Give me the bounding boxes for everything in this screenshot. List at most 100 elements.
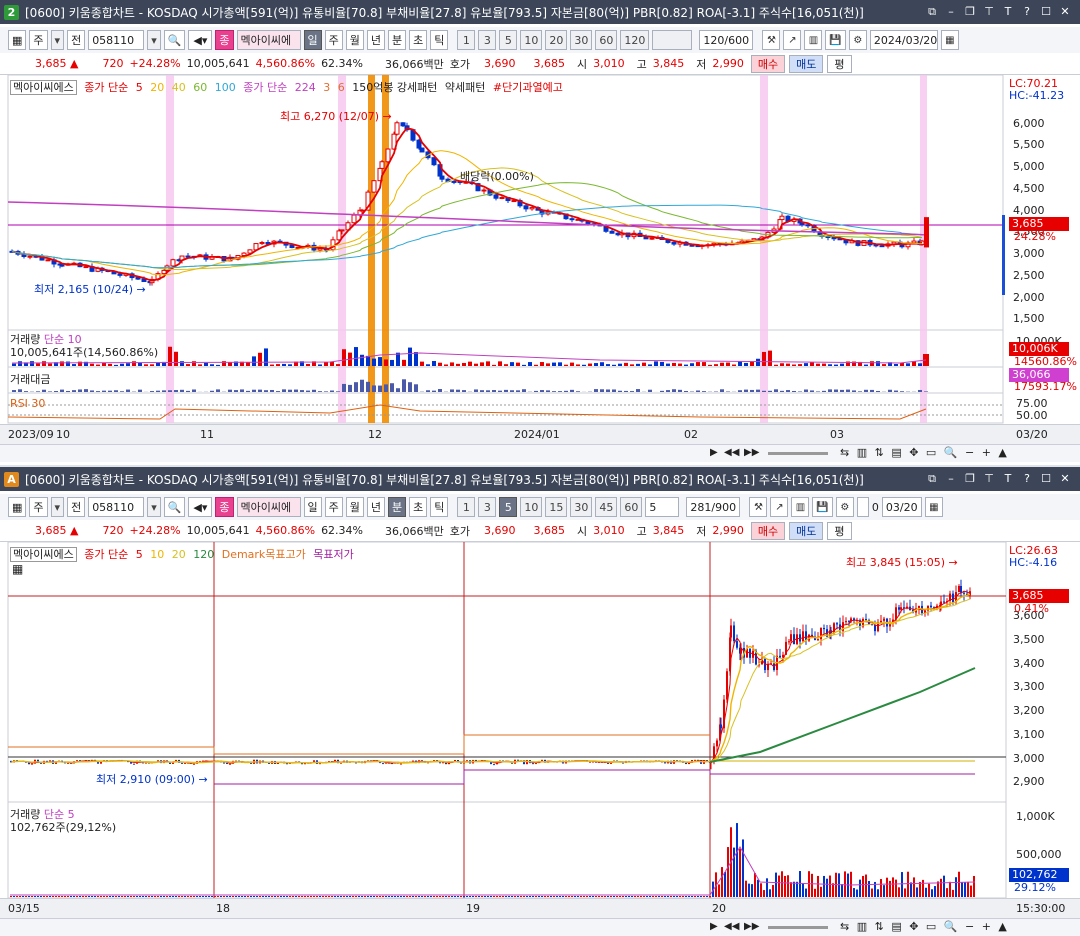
- period-week[interactable]: 주: [324, 30, 343, 50]
- pin-icon[interactable]: ⊤: [982, 472, 996, 486]
- bottom-scrollbar[interactable]: ▶ ◀◀ ▶▶ ⇆ ▥ ⇅ ▤ ✥ ▭ 🔍 − + ▲: [0, 918, 1080, 936]
- period-minute[interactable]: 분: [388, 30, 407, 50]
- indicator-icon[interactable]: ⚒: [749, 497, 768, 517]
- period-year[interactable]: 년: [366, 30, 386, 50]
- period-minute[interactable]: 분: [388, 497, 407, 517]
- period-day[interactable]: 일: [303, 497, 322, 517]
- save-icon[interactable]: 💾: [825, 30, 846, 50]
- period-day[interactable]: 일: [303, 30, 322, 50]
- stock-type-button[interactable]: 종: [215, 30, 234, 50]
- interval-1[interactable]: 1: [457, 30, 476, 50]
- top-chart-area[interactable]: 멕아이씨에스 종가 단순 5 20 40 60 100 종가 단순 224 3 …: [0, 75, 1080, 445]
- code-dropdown-icon[interactable]: ▾: [147, 497, 161, 517]
- minimize-icon[interactable]: –: [944, 472, 958, 486]
- scroll-left-icon[interactable]: ▶: [710, 921, 718, 932]
- sell-button[interactable]: 매도: [789, 521, 824, 540]
- market-dropdown-icon[interactable]: ▾: [50, 497, 65, 517]
- sound-icon[interactable]: ◀▾: [188, 497, 213, 517]
- buy-button[interactable]: 매수: [750, 54, 786, 73]
- prev-button[interactable]: 전: [67, 497, 86, 517]
- maximize-icon[interactable]: ☐: [1039, 472, 1053, 486]
- settings-icon[interactable]: ⚙: [835, 497, 854, 517]
- top-price-chart[interactable]: [0, 75, 1080, 445]
- scroll-left-icon[interactable]: ▶: [710, 447, 718, 458]
- maximize-icon[interactable]: ☐: [1039, 5, 1053, 19]
- link-icon[interactable]: ⧉: [925, 472, 939, 486]
- scroll-last-icon[interactable]: ▶▶: [744, 447, 759, 458]
- grid-icon[interactable]: ▦: [8, 30, 27, 50]
- settings-icon[interactable]: ⚙: [848, 30, 867, 50]
- market-select[interactable]: 주: [29, 497, 48, 517]
- search-icon[interactable]: 🔍: [163, 30, 186, 50]
- period-week[interactable]: 주: [324, 497, 343, 517]
- chart-tools-icons[interactable]: ⇆ ▥ ⇅ ▤ ✥ ▭ 🔍 − + ▲: [840, 446, 1009, 459]
- font-icon[interactable]: T: [1001, 5, 1015, 19]
- calendar-icon[interactable]: ▦: [924, 497, 943, 517]
- scroll-zoom-slider[interactable]: [768, 926, 828, 929]
- calendar-icon[interactable]: ▦: [940, 30, 959, 50]
- market-dropdown-icon[interactable]: ▾: [50, 30, 65, 50]
- prev-button[interactable]: 전: [67, 30, 86, 50]
- interval-30[interactable]: 30: [570, 497, 593, 517]
- compare-icon[interactable]: ▥: [804, 30, 823, 50]
- period-year[interactable]: 년: [366, 497, 386, 517]
- stock-type-button[interactable]: 종: [215, 497, 234, 517]
- stock-code-input[interactable]: 058110: [88, 497, 145, 517]
- market-select[interactable]: 주: [29, 30, 48, 50]
- buy-button[interactable]: 매수: [750, 521, 786, 540]
- period-tick[interactable]: 틱: [430, 497, 449, 517]
- font-icon[interactable]: T: [1001, 472, 1015, 486]
- interval-10[interactable]: 10: [520, 30, 543, 50]
- interval-120[interactable]: 120: [620, 30, 650, 50]
- interval-60[interactable]: 60: [595, 30, 618, 50]
- search-icon[interactable]: 🔍: [163, 497, 186, 517]
- interval-1[interactable]: 1: [457, 497, 476, 517]
- flat-button[interactable]: 평: [827, 521, 852, 540]
- period-second[interactable]: 초: [409, 497, 428, 517]
- period-month[interactable]: 월: [345, 497, 364, 517]
- period-month[interactable]: 월: [345, 30, 364, 50]
- interval-step-select[interactable]: 5: [645, 497, 680, 517]
- bottom-price-chart[interactable]: [0, 542, 1080, 898]
- interval-20[interactable]: 20: [545, 30, 568, 50]
- scroll-zoom-slider[interactable]: [768, 452, 828, 455]
- sell-button[interactable]: 매도: [789, 54, 824, 73]
- indicator-icon[interactable]: ⚒: [762, 30, 781, 50]
- restore-icon[interactable]: ❐: [963, 472, 977, 486]
- scroll-first-icon[interactable]: ◀◀: [724, 447, 739, 458]
- bottom-chart-area[interactable]: 멕아이씨에스 종가 단순 5 10 20 120 Demark목표고가 목표저가…: [0, 542, 1080, 898]
- grid-icon[interactable]: ▦: [8, 497, 27, 517]
- minimize-icon[interactable]: –: [944, 5, 958, 19]
- grid-table-icon[interactable]: ▦: [12, 562, 23, 576]
- compare-icon[interactable]: ▥: [791, 497, 810, 517]
- pin-icon[interactable]: ⊤: [982, 5, 996, 19]
- close-icon[interactable]: ✕: [1058, 5, 1072, 19]
- close-icon[interactable]: ✕: [1058, 472, 1072, 486]
- link-icon[interactable]: ⧉: [925, 5, 939, 19]
- sound-icon[interactable]: ◀▾: [188, 30, 213, 50]
- draw-tool-icon[interactable]: ↗: [783, 30, 802, 50]
- interval-60[interactable]: 60: [620, 497, 643, 517]
- chart-tools-icons[interactable]: ⇆ ▥ ⇅ ▤ ✥ ▭ 🔍 − + ▲: [840, 920, 1009, 933]
- help-icon[interactable]: ?: [1020, 5, 1034, 19]
- date-input[interactable]: 2024/03/20: [869, 30, 938, 50]
- data-count-input[interactable]: 120/600: [699, 30, 754, 50]
- date-input[interactable]: 03/20: [881, 497, 922, 517]
- interval-5[interactable]: 5: [499, 30, 518, 50]
- interval-10[interactable]: 10: [520, 497, 543, 517]
- code-dropdown-icon[interactable]: ▾: [147, 30, 161, 50]
- zero-checkbox[interactable]: [856, 497, 869, 517]
- interval-3[interactable]: 3: [478, 497, 497, 517]
- data-count-input[interactable]: 281/900: [686, 497, 741, 517]
- stock-code-input[interactable]: 058110: [88, 30, 145, 50]
- save-icon[interactable]: 💾: [812, 497, 833, 517]
- interval-3[interactable]: 3: [478, 30, 497, 50]
- interval-15[interactable]: 15: [545, 497, 568, 517]
- interval-custom-input[interactable]: [652, 30, 693, 50]
- interval-30[interactable]: 30: [570, 30, 593, 50]
- interval-5[interactable]: 5: [499, 497, 518, 517]
- interval-45[interactable]: 45: [595, 497, 618, 517]
- top-scrollbar[interactable]: ▶ ◀◀ ▶▶ ⇆ ▥ ⇅ ▤ ✥ ▭ 🔍 − + ▲: [0, 444, 1080, 462]
- restore-icon[interactable]: ❐: [963, 5, 977, 19]
- scroll-last-icon[interactable]: ▶▶: [744, 921, 759, 932]
